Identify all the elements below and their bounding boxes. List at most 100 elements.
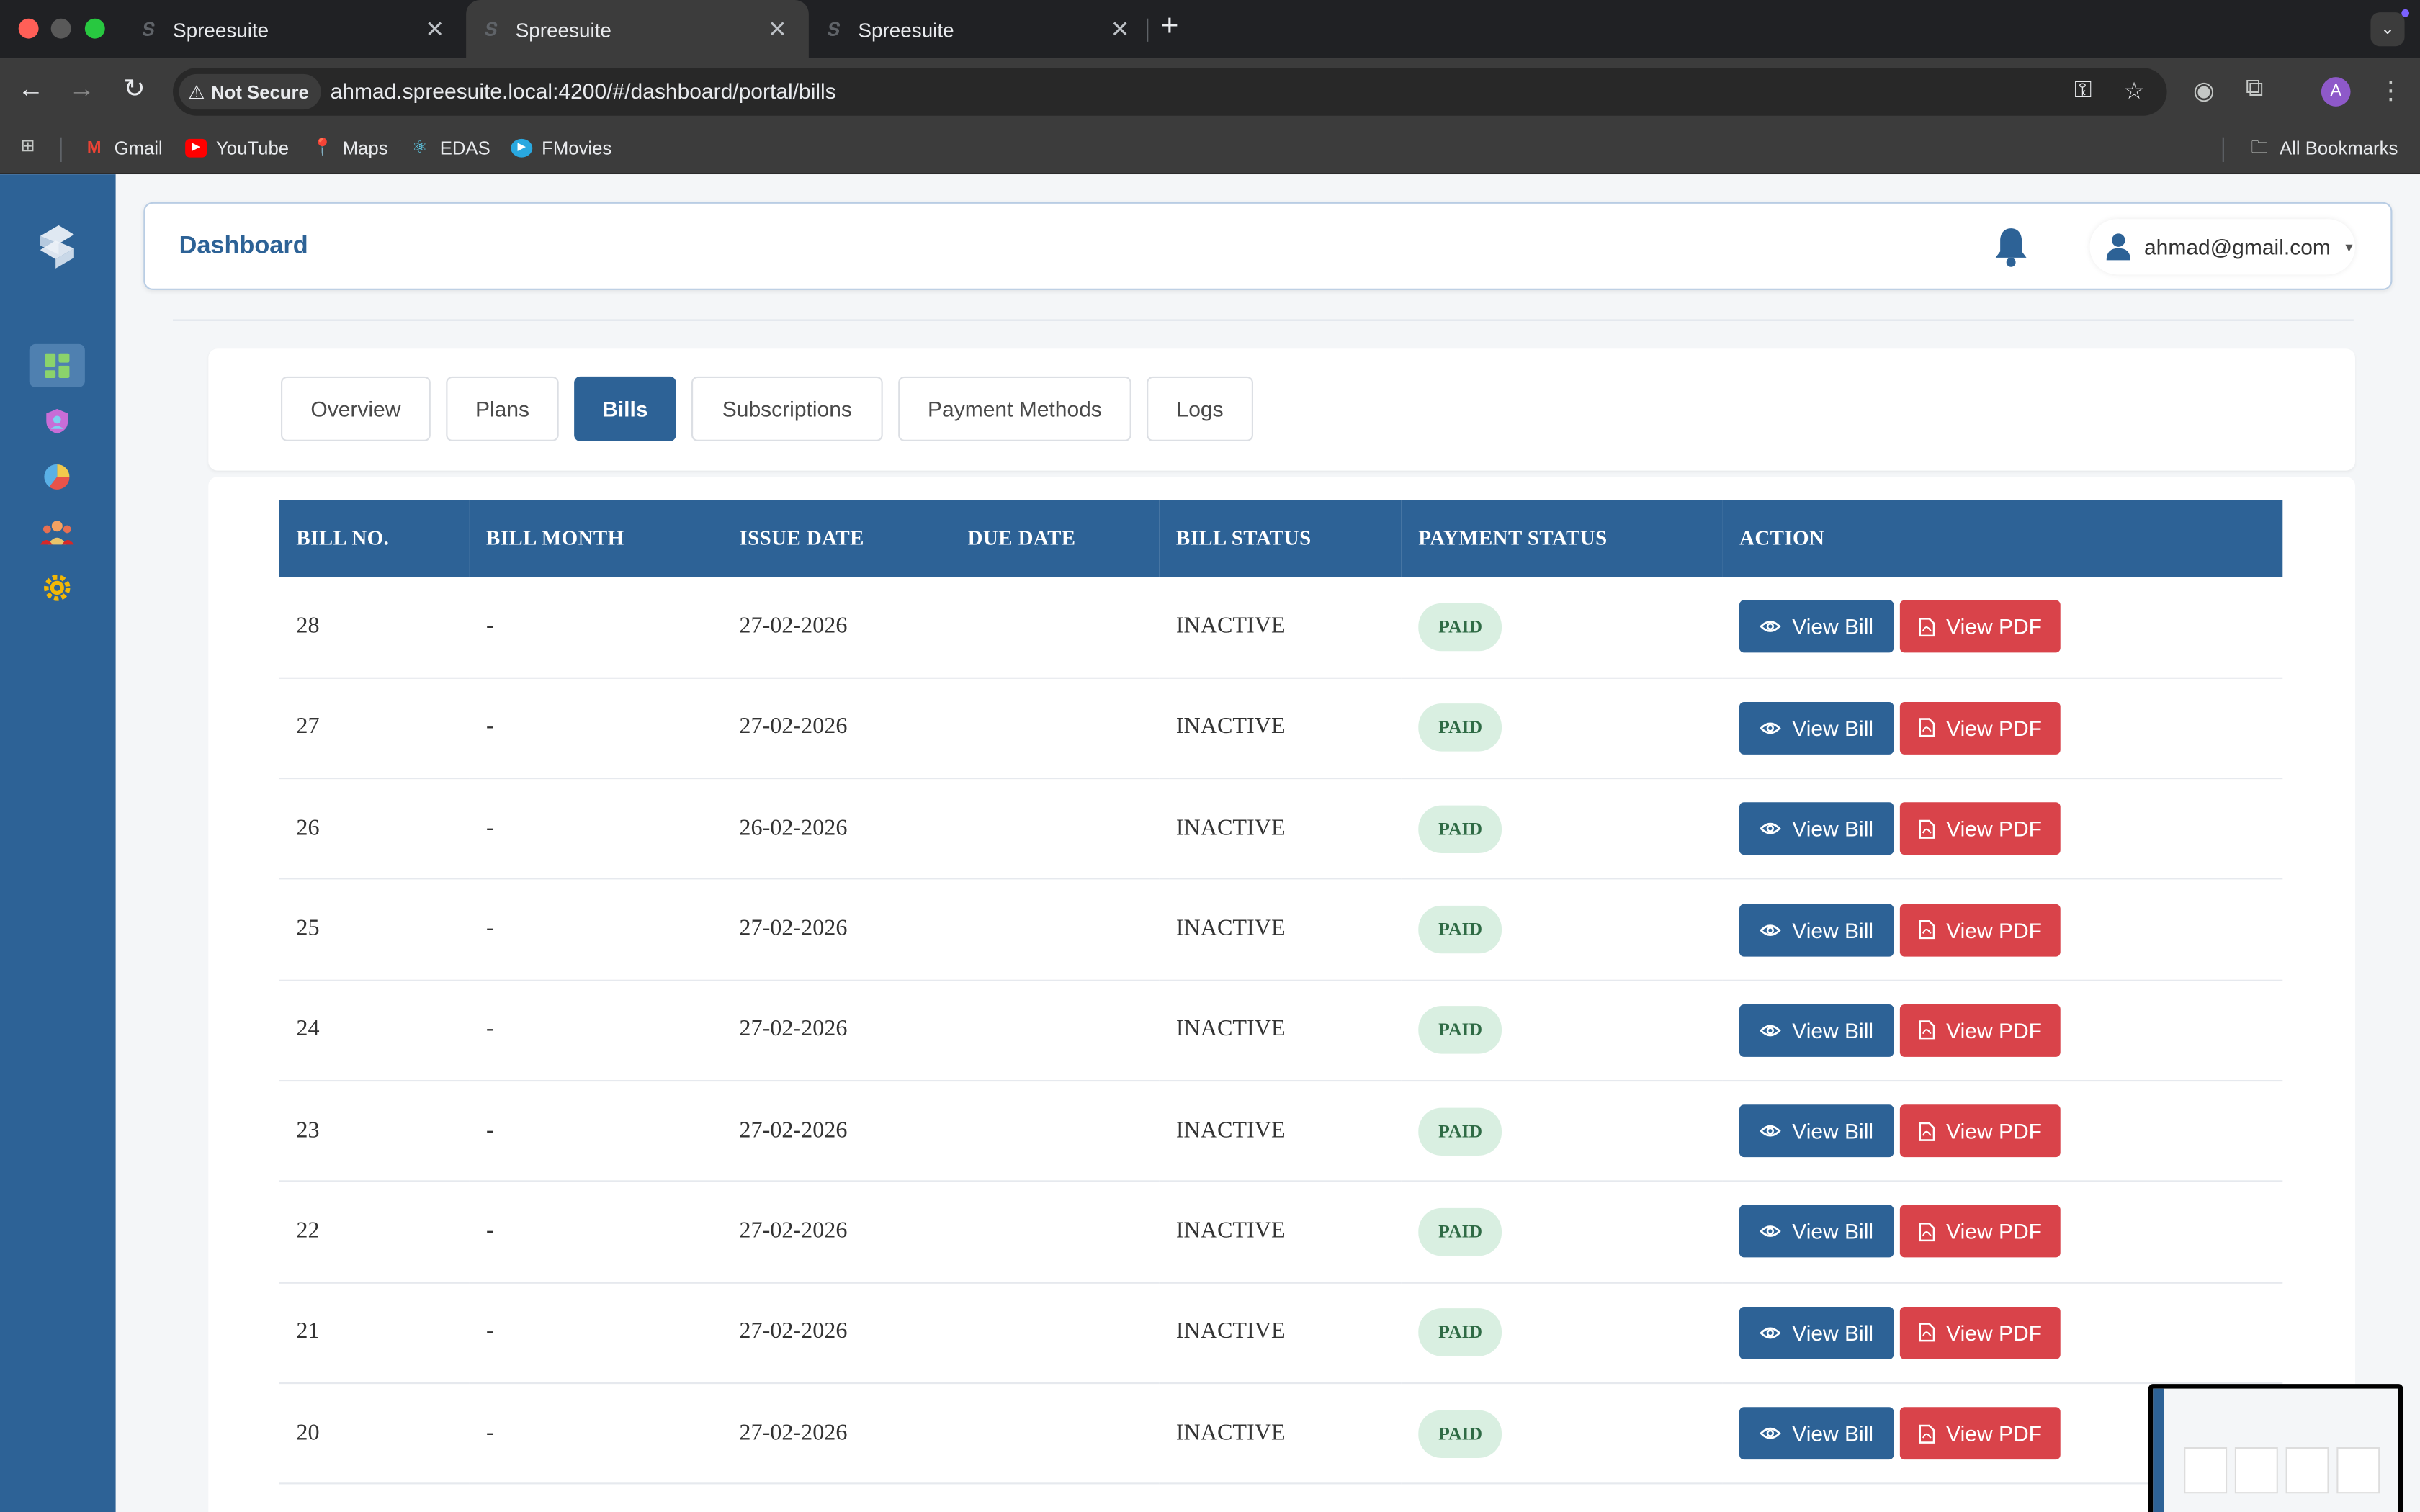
view-pdf-button[interactable]: View PDF <box>1899 701 2061 755</box>
tab-subscriptions[interactable]: Subscriptions <box>691 376 883 441</box>
issue-date-cell: 27-02-2026 <box>722 1181 951 1283</box>
sidebar-item-security[interactable] <box>30 400 85 443</box>
bill-status-cell: INACTIVE <box>1159 980 1402 1082</box>
security-chip[interactable]: ⚠ Not Secure <box>179 73 321 110</box>
tab-payment-methods[interactable]: Payment Methods <box>898 376 1131 441</box>
close-tab-icon[interactable]: ✕ <box>1111 15 1130 43</box>
status-badge: PAID <box>1418 603 1502 652</box>
view-pdf-button[interactable]: View PDF <box>1899 903 2061 956</box>
issue-date-cell: 27-02-2026 <box>722 1282 951 1384</box>
close-window-button[interactable] <box>18 18 39 39</box>
star-icon[interactable]: ☆ <box>2124 77 2145 104</box>
eye-icon <box>1760 722 1782 734</box>
view-pdf-button[interactable]: View PDF <box>1899 600 2061 654</box>
sidebar-item-dashboard[interactable] <box>29 343 85 387</box>
maximize-window-button[interactable] <box>84 18 105 39</box>
table-header-row: BILL NO. BILL MONTH ISSUE DATE DUE DATE … <box>279 500 2283 577</box>
payment-status-cell: PAID <box>1401 778 1723 881</box>
view-bill-button[interactable]: View Bill <box>1739 1104 1894 1158</box>
bookmark-youtube[interactable]: ▶ YouTube <box>185 138 289 159</box>
bell-notification-icon[interactable] <box>1991 225 2031 269</box>
bill-status-cell: INACTIVE <box>1159 678 1402 780</box>
bill-month-cell: - <box>469 1382 722 1485</box>
column-header[interactable]: BILL NO. <box>279 500 470 577</box>
issue-date-cell: 27-02-2026 <box>722 1382 951 1485</box>
main-content: Dashboard ahmad@gmail.com ▼ Overview Pla… <box>115 174 2420 1512</box>
back-arrow-icon[interactable]: ← <box>14 74 48 105</box>
view-pdf-label: View PDF <box>1946 1017 2042 1043</box>
browser-tab-1[interactable]: 𝑺 Spreesuite ✕ <box>123 0 466 58</box>
bookmark-edas[interactable]: ⚛ EDAS <box>409 138 490 159</box>
browser-tab-2[interactable]: 𝑺 Spreesuite ✕ <box>466 0 809 59</box>
view-pdf-button[interactable]: View PDF <box>1899 802 2061 855</box>
user-menu[interactable]: ahmad@gmail.com ▼ <box>2089 219 2355 275</box>
url-text[interactable]: ahmad.spreesuite.local:4200/#/dashboard/… <box>331 78 836 103</box>
payment-status-cell: PAID <box>1401 1081 1723 1183</box>
view-bill-button[interactable]: View Bill <box>1739 903 1894 956</box>
bill-status-cell: INACTIVE <box>1159 879 1402 981</box>
column-header[interactable]: BILL MONTH <box>469 500 722 577</box>
reload-icon[interactable]: ↻ <box>117 74 151 105</box>
view-pdf-button[interactable]: View PDF <box>1899 1306 2061 1359</box>
bookmark-maps[interactable]: 📍 Maps <box>312 138 387 159</box>
tab-overview[interactable]: Overview <box>281 376 431 441</box>
view-pdf-button[interactable]: View PDF <box>1899 1004 2061 1057</box>
sidebar-item-settings[interactable] <box>30 566 85 609</box>
top-header-bar: Dashboard ahmad@gmail.com ▼ <box>143 202 2393 290</box>
view-pdf-button[interactable]: View PDF <box>1899 1205 2061 1259</box>
bookmark-fmovies[interactable]: ▶ FMovies <box>511 138 611 159</box>
column-header[interactable]: ISSUE DATE <box>722 500 951 577</box>
view-pdf-button[interactable]: View PDF <box>1899 1407 2061 1460</box>
profile-avatar[interactable]: A <box>2321 77 2351 107</box>
bookmark-gmail[interactable]: M Gmail <box>84 138 163 159</box>
all-bookmarks-button[interactable]: 🗀 All Bookmarks <box>2249 138 2398 159</box>
eye-icon <box>1760 823 1782 835</box>
view-bill-button[interactable]: View Bill <box>1739 1306 1894 1359</box>
view-bill-button[interactable]: View Bill <box>1739 600 1894 654</box>
screen-recording-preview[interactable] <box>2148 1384 2403 1512</box>
due-date-cell <box>951 678 1160 780</box>
close-tab-icon[interactable]: ✕ <box>425 15 444 43</box>
gmail-icon: M <box>86 138 102 158</box>
key-icon[interactable]: ⚿ <box>2074 77 2092 103</box>
due-date-cell <box>951 1081 1160 1183</box>
view-bill-label: View Bill <box>1792 816 1874 842</box>
view-bill-button[interactable]: View Bill <box>1739 1407 1894 1460</box>
sidebar-item-users[interactable] <box>30 510 85 554</box>
sidebar-item-reports[interactable] <box>30 455 85 498</box>
tab-logs[interactable]: Logs <box>1147 376 1253 441</box>
action-cell: View Bill View PDF <box>1722 778 2283 881</box>
view-bill-label: View Bill <box>1792 716 1874 741</box>
status-badge: PAID <box>1418 704 1502 752</box>
action-cell: View Bill View PDF <box>1722 1282 2283 1384</box>
tab-search-button[interactable]: ⌄ <box>2370 12 2405 47</box>
spreesuite-logo[interactable] <box>34 220 80 273</box>
address-bar[interactable]: ⚠ Not Secure ahmad.spreesuite.local:4200… <box>173 68 2167 116</box>
tab-bills[interactable]: Bills <box>574 376 676 441</box>
column-header[interactable]: DUE DATE <box>951 500 1159 577</box>
minimize-window-button[interactable] <box>50 18 71 39</box>
forward-arrow-icon[interactable]: → <box>65 74 99 105</box>
view-bill-button[interactable]: View Bill <box>1739 802 1894 855</box>
browser-tab-3[interactable]: 𝑺 Spreesuite ✕ <box>809 0 1152 58</box>
more-menu-icon[interactable]: ⋮ <box>2378 76 2403 107</box>
table-row: 26-26-02-2026 INACTIVE PAID View Bill View P… <box>279 778 2283 881</box>
column-header[interactable]: BILL STATUS <box>1159 500 1401 577</box>
due-date-cell <box>951 1382 1160 1485</box>
view-bill-button[interactable]: View Bill <box>1739 1205 1894 1259</box>
bill-month-cell: - <box>469 1282 722 1384</box>
bookmark-label: FMovies <box>542 137 612 159</box>
view-bill-button[interactable]: View Bill <box>1739 1004 1894 1057</box>
column-header[interactable]: PAYMENT STATUS <box>1402 500 1723 577</box>
view-pdf-label: View PDF <box>1946 716 2042 741</box>
puzzle-extensions-icon[interactable]: ⧉ <box>2246 76 2264 104</box>
close-tab-icon[interactable]: ✕ <box>768 15 787 43</box>
dashboard-grid-icon <box>45 353 70 378</box>
apps-grid-icon[interactable]: ⊞ <box>17 138 39 156</box>
view-bill-button[interactable]: View Bill <box>1739 701 1894 755</box>
payment-status-cell: PAID <box>1401 980 1723 1082</box>
extension-circle-icon[interactable]: ◉ <box>2193 76 2215 107</box>
tab-plans[interactable]: Plans <box>446 376 559 441</box>
new-tab-button[interactable]: + <box>1160 9 1178 45</box>
view-pdf-button[interactable]: View PDF <box>1899 1104 2061 1158</box>
